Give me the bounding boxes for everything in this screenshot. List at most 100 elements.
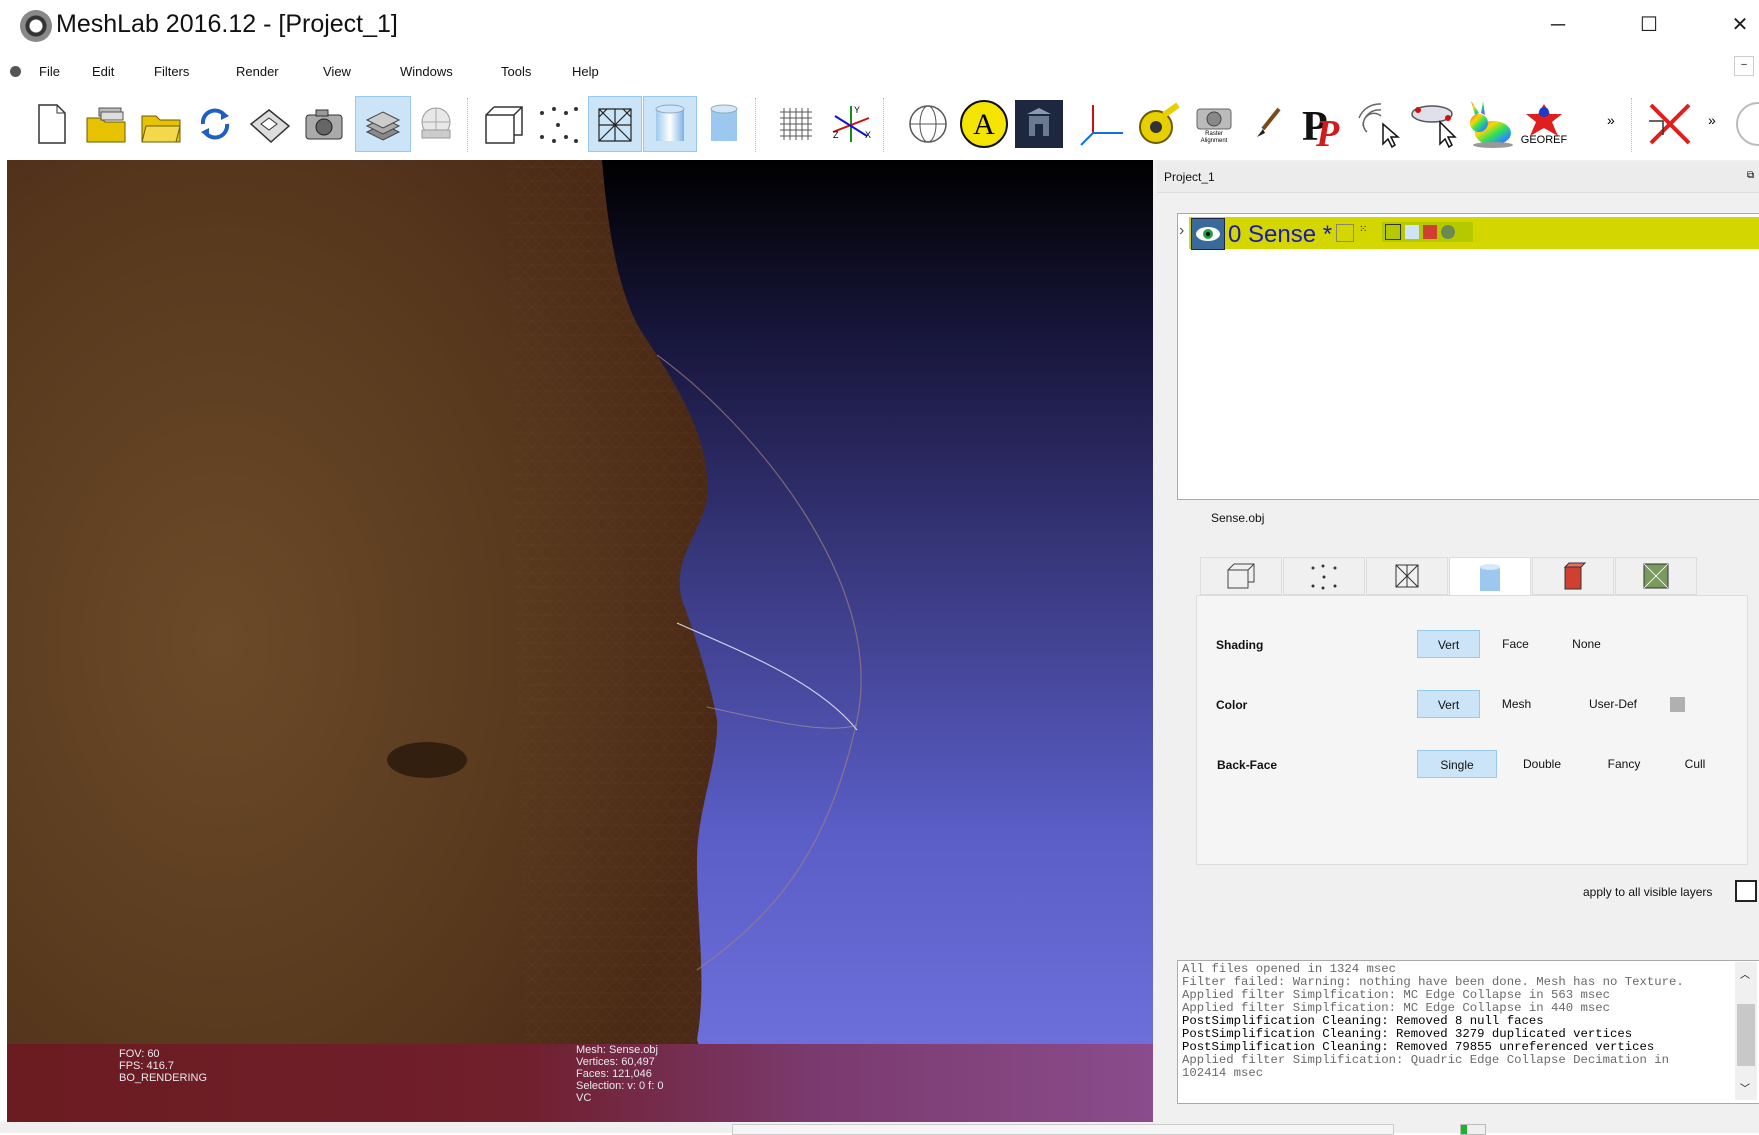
layer-wire-icon[interactable] [1385, 224, 1401, 240]
scroll-down-icon[interactable]: ﹀ [1740, 1080, 1750, 1095]
menu-help[interactable]: Help [572, 64, 599, 79]
apply-all-checkbox[interactable] [1735, 880, 1757, 902]
export-mesh-button[interactable] [245, 96, 293, 152]
svg-text:P: P [1315, 113, 1340, 148]
grid-button[interactable] [772, 96, 820, 152]
backface-label: Back-Face [1217, 758, 1278, 772]
tab-texture-mesh[interactable] [1615, 557, 1697, 595]
select-cursor-icon [1358, 103, 1401, 148]
toolbar-overflow-button-2[interactable]: » [1708, 112, 1716, 128]
mesh-render [7, 160, 862, 1122]
import-mesh-button[interactable] [137, 96, 185, 152]
undock-icon[interactable]: ⧉ [1747, 170, 1754, 181]
trackball-button[interactable] [904, 96, 952, 152]
reference-frame-icon [1080, 105, 1123, 146]
document-menu-icon[interactable] [10, 66, 21, 77]
color-userdef-option[interactable]: User-Def [1580, 690, 1646, 718]
delete-x-icon [1649, 103, 1691, 145]
bbox-render-button[interactable] [480, 96, 528, 152]
maximize-button[interactable]: ☐ [1629, 8, 1669, 42]
points-render-button[interactable] [534, 96, 582, 152]
shading-face-option[interactable]: Face [1484, 630, 1547, 658]
raster-alignment-label: Raster Alignment [1200, 131, 1228, 144]
scroll-up-icon[interactable]: ︿ [1740, 966, 1750, 981]
shading-label: Shading [1216, 638, 1264, 652]
menu-tools[interactable]: Tools [501, 64, 531, 79]
layer-points-icon[interactable]: ⁙ [1359, 224, 1375, 240]
tab-wireframe[interactable] [1366, 557, 1448, 595]
georef-button[interactable]: GEOREF [1520, 96, 1568, 152]
menu-edit[interactable]: Edit [92, 64, 114, 79]
color-mesh-option[interactable]: Mesh [1485, 690, 1548, 718]
snapshot-button[interactable] [300, 96, 348, 152]
raster-alignment-button[interactable]: Raster Alignment [1190, 96, 1238, 152]
menu-view[interactable]: View [323, 64, 351, 79]
menu-filters[interactable]: Filters [154, 64, 189, 79]
raster-globe-icon [421, 107, 451, 139]
select-button[interactable] [1355, 96, 1403, 152]
image-stack-button[interactable] [1015, 96, 1063, 152]
smooth-cylinder-icon [655, 104, 685, 141]
layer-solid-icon[interactable] [1405, 225, 1419, 239]
log-lines: All files opened in 1324 msec Filter fai… [1178, 961, 1759, 1082]
expand-chevron-icon[interactable]: › [1179, 222, 1184, 240]
toolbar-overflow-button[interactable]: » [1607, 112, 1615, 128]
selection-label: Selection: v: 0 f: 0 [576, 1080, 664, 1092]
backface-double-option[interactable]: Double [1502, 750, 1582, 778]
log-scrollbar[interactable]: ︿ ﹀ [1735, 962, 1757, 1100]
measure-button[interactable] [1133, 96, 1181, 152]
raster-camera-icon [1196, 108, 1232, 130]
vertices-label: Vertices: 60,497 [576, 1056, 655, 1068]
minimize-button[interactable]: ─ [1538, 8, 1578, 42]
reload-arrows-icon [200, 108, 230, 140]
show-raster-button[interactable] [412, 96, 460, 152]
new-document-icon [38, 104, 66, 144]
smooth-render-button[interactable] [643, 96, 697, 152]
3d-viewport[interactable]: FOV: 60 FPS: 416.7 BO_RENDERING Mesh: Se… [7, 160, 1153, 1122]
mdi-minimize-button[interactable]: – [1734, 56, 1754, 76]
layers-stack-icon [365, 111, 401, 141]
visibility-eye-icon[interactable] [1191, 218, 1225, 250]
color-vert-option[interactable]: Vert [1417, 690, 1480, 718]
pickpoints-button[interactable]: PP [1298, 96, 1350, 152]
color-mode-label: VC [576, 1092, 592, 1104]
axes-button[interactable]: Y X Z [827, 96, 875, 152]
annotation-button[interactable]: A [958, 96, 1010, 152]
shading-vert-option[interactable]: Vert [1417, 630, 1480, 658]
layer-texture-mesh-icon[interactable] [1441, 225, 1455, 239]
log-window[interactable]: All files opened in 1324 msec Filter fai… [1177, 960, 1759, 1104]
align-button[interactable] [1410, 96, 1458, 152]
open-project-button[interactable] [82, 96, 130, 152]
layer-texture-icon[interactable] [1423, 225, 1437, 239]
reload-button[interactable] [191, 96, 239, 152]
wireframe-render-button[interactable] [588, 96, 642, 152]
show-layers-button[interactable] [355, 96, 411, 152]
backface-cull-option[interactable]: Cull [1665, 750, 1725, 778]
user-color-swatch[interactable] [1670, 697, 1685, 712]
folder-icon [141, 115, 181, 143]
menu-render[interactable]: Render [236, 64, 279, 79]
log-line: Applied filter Simplification: Quadric E… [1182, 1053, 1670, 1067]
tab-texture[interactable] [1532, 557, 1614, 595]
layer-bbox-icon[interactable] [1336, 224, 1354, 242]
toolbar-separator [883, 98, 886, 152]
tab-points[interactable] [1283, 557, 1365, 595]
tab-solid[interactable] [1449, 557, 1531, 597]
delete-button[interactable] [1646, 96, 1694, 152]
shading-none-option[interactable]: None [1555, 630, 1618, 658]
color-label: Color [1216, 698, 1248, 712]
close-button[interactable]: ✕ [1720, 8, 1759, 42]
flat-render-button[interactable] [699, 96, 747, 152]
tab-bbox[interactable] [1200, 557, 1282, 595]
menu-windows[interactable]: Windows [400, 64, 453, 79]
paint-button[interactable] [1244, 96, 1292, 152]
backface-single-option[interactable]: Single [1417, 750, 1497, 778]
bunny-button[interactable] [1465, 96, 1513, 152]
backface-fancy-option[interactable]: Fancy [1589, 750, 1659, 778]
frame-button[interactable] [1078, 96, 1126, 152]
scroll-thumb[interactable] [1737, 1004, 1755, 1066]
menu-file[interactable]: File [39, 64, 60, 79]
apply-all-label: apply to all visible layers [1583, 885, 1713, 899]
layer-dialog-header [1157, 162, 1759, 193]
new-project-button[interactable] [28, 96, 76, 152]
